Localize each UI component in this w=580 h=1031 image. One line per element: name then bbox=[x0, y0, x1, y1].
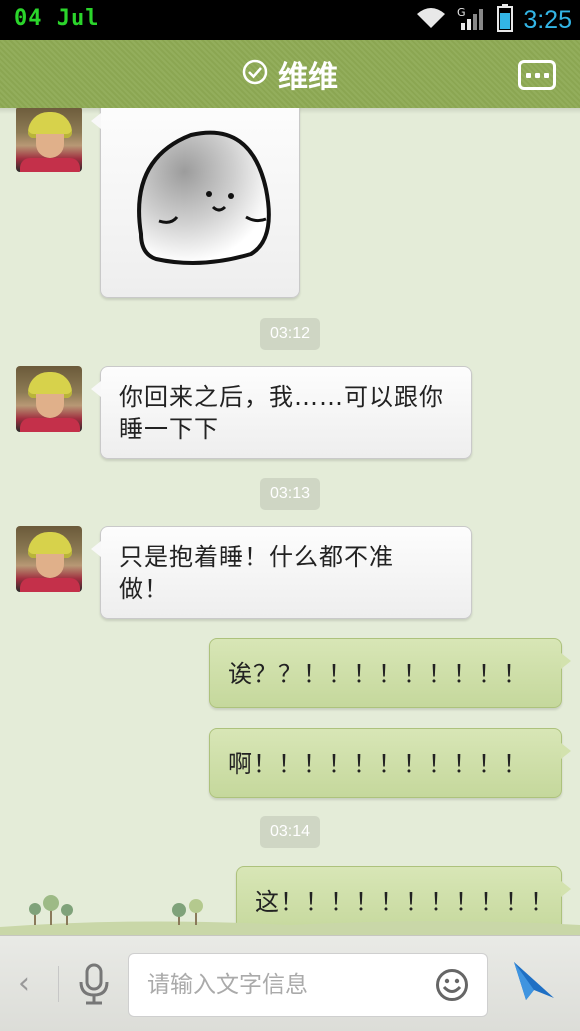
message-text: 诶？？！！！！！！！！！ bbox=[228, 660, 528, 688]
smiley-icon[interactable] bbox=[435, 968, 469, 1006]
outgoing-message[interactable]: 诶？？！！！！！！！！！ bbox=[209, 638, 571, 708]
sticker-bubble[interactable] bbox=[91, 108, 300, 298]
more-dots-icon bbox=[525, 72, 531, 78]
message-list[interactable]: 03:12 你回来之后，我……可以跟你 睡一下下 03:13 只是抱着睡！什么都… bbox=[0, 108, 580, 935]
microphone-icon[interactable] bbox=[76, 962, 112, 1010]
incoming-message[interactable]: 你回来之后，我……可以跟你 睡一下下 bbox=[91, 366, 472, 459]
header-title-group: 维维 bbox=[0, 40, 580, 108]
message-input[interactable] bbox=[147, 954, 417, 1016]
more-dot bbox=[543, 72, 549, 78]
send-arrow-icon[interactable] bbox=[512, 960, 556, 1006]
chevron-left-icon[interactable]: ‹ bbox=[18, 966, 30, 1001]
chat-header: 维维 bbox=[0, 40, 580, 114]
time-stamp: 03:14 bbox=[260, 816, 320, 848]
input-bar: ‹ bbox=[0, 935, 580, 1031]
more-menu-button[interactable] bbox=[518, 60, 556, 90]
incoming-message[interactable]: 只是抱着睡！什么都不准 做！ bbox=[91, 526, 472, 619]
chat-title: 维维 bbox=[278, 60, 338, 95]
battery-icon bbox=[497, 4, 514, 36]
check-circle-icon bbox=[242, 59, 268, 89]
wifi-icon bbox=[415, 6, 447, 34]
status-date: 04 Jul bbox=[14, 6, 100, 31]
contact-avatar[interactable] bbox=[16, 526, 82, 592]
status-icons: G 3:25 bbox=[415, 4, 572, 36]
more-dot bbox=[534, 72, 540, 78]
ground-scenery-decoration bbox=[0, 895, 580, 935]
time-stamp: 03:13 bbox=[260, 478, 320, 510]
message-text: 啊！！！！！！！！！！！ bbox=[228, 750, 528, 778]
contact-avatar[interactable] bbox=[16, 108, 82, 172]
message-input-box[interactable] bbox=[128, 953, 488, 1017]
status-bar: 04 Jul G 3:25 bbox=[0, 0, 580, 40]
status-clock: 3:25 bbox=[523, 5, 572, 34]
time-stamp: 03:12 bbox=[260, 318, 320, 350]
network-type-label: G bbox=[457, 6, 466, 19]
divider bbox=[58, 966, 59, 1002]
message-text: 你回来之后，我……可以跟你 睡一下下 bbox=[119, 383, 444, 443]
message-text: 只是抱着睡！什么都不准 做！ bbox=[119, 543, 394, 603]
contact-avatar[interactable] bbox=[16, 366, 82, 432]
signal-icon: G bbox=[457, 5, 487, 35]
outgoing-message[interactable]: 啊！！！！！！！！！！！ bbox=[209, 728, 571, 798]
